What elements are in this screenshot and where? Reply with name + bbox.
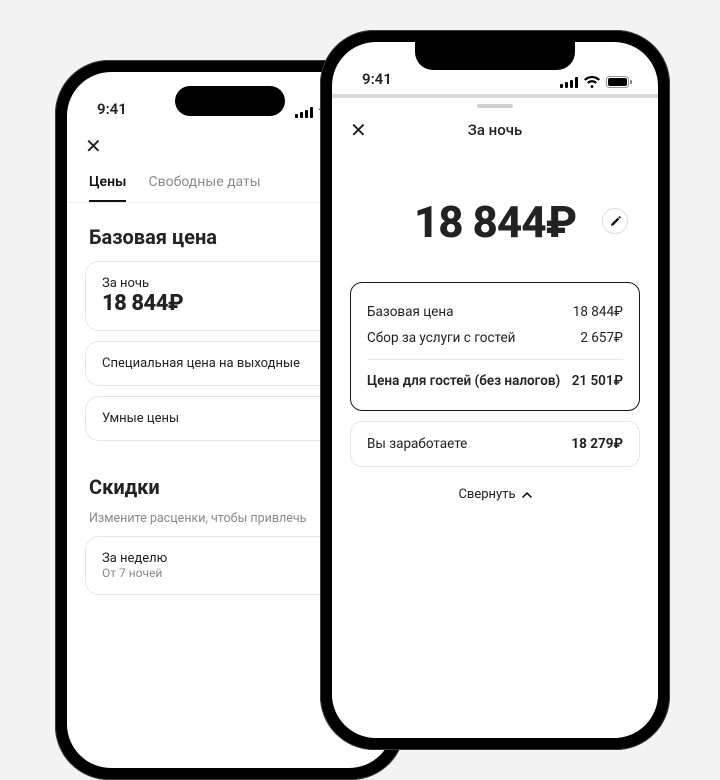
hero-price: 18 844₽ xyxy=(332,152,658,262)
earnings-label: Вы заработаете xyxy=(367,436,467,452)
row-value: 2 657₽ xyxy=(580,330,623,346)
price-breakdown: Базовая цена 18 844₽ Сбор за услуги с го… xyxy=(350,282,640,411)
sheet-backdrop xyxy=(332,94,658,98)
row-label: Цена для гостей (без налогов) xyxy=(367,373,560,389)
sheet-header: ✕ За ночь xyxy=(332,108,658,152)
row-guest-total: Цена для гостей (без налогов) 21 501₽ xyxy=(367,368,623,394)
wifi-icon xyxy=(584,76,600,88)
sheet-title: За ночь xyxy=(468,121,523,139)
status-icons xyxy=(560,76,632,88)
row-label: Сбор за услуги с гостей xyxy=(367,330,515,346)
hero-price-value: 18 844₽ xyxy=(414,196,576,248)
status-time: 9:41 xyxy=(97,100,127,118)
cellular-icon xyxy=(295,107,313,118)
cellular-icon xyxy=(560,77,578,88)
row-base-price: Базовая цена 18 844₽ xyxy=(367,299,623,325)
row-service-fee: Сбор за услуги с гостей 2 657₽ xyxy=(367,325,623,351)
notch-icon xyxy=(175,86,285,116)
chevron-up-icon xyxy=(522,487,532,502)
status-time: 9:41 xyxy=(362,70,392,88)
row-value: 18 844₽ xyxy=(573,304,623,320)
phone-right: 9:41 ✕ За ночь 18 844₽ Ба xyxy=(320,30,670,750)
earnings-value: 18 279₽ xyxy=(571,436,623,452)
edit-button[interactable] xyxy=(602,208,628,234)
notch-icon xyxy=(415,42,575,70)
row-label: Базовая цена xyxy=(367,304,454,320)
earnings-box: Вы заработаете 18 279₽ xyxy=(350,421,640,467)
bottom-sheet: ✕ За ночь 18 844₽ Базовая цена 18 844₽ С… xyxy=(332,104,658,738)
close-icon[interactable]: ✕ xyxy=(350,120,367,140)
tab-dates[interactable]: Свободные даты xyxy=(148,174,260,202)
collapse-label: Свернуть xyxy=(458,487,515,502)
battery-icon xyxy=(606,76,632,88)
pencil-icon xyxy=(610,216,621,227)
screen-right: 9:41 ✕ За ночь 18 844₽ Ба xyxy=(332,42,658,738)
divider xyxy=(367,359,623,360)
close-icon[interactable]: ✕ xyxy=(85,136,102,156)
collapse-button[interactable]: Свернуть xyxy=(332,467,658,522)
tab-prices[interactable]: Цены xyxy=(89,174,126,202)
row-value: 21 501₽ xyxy=(572,373,623,389)
